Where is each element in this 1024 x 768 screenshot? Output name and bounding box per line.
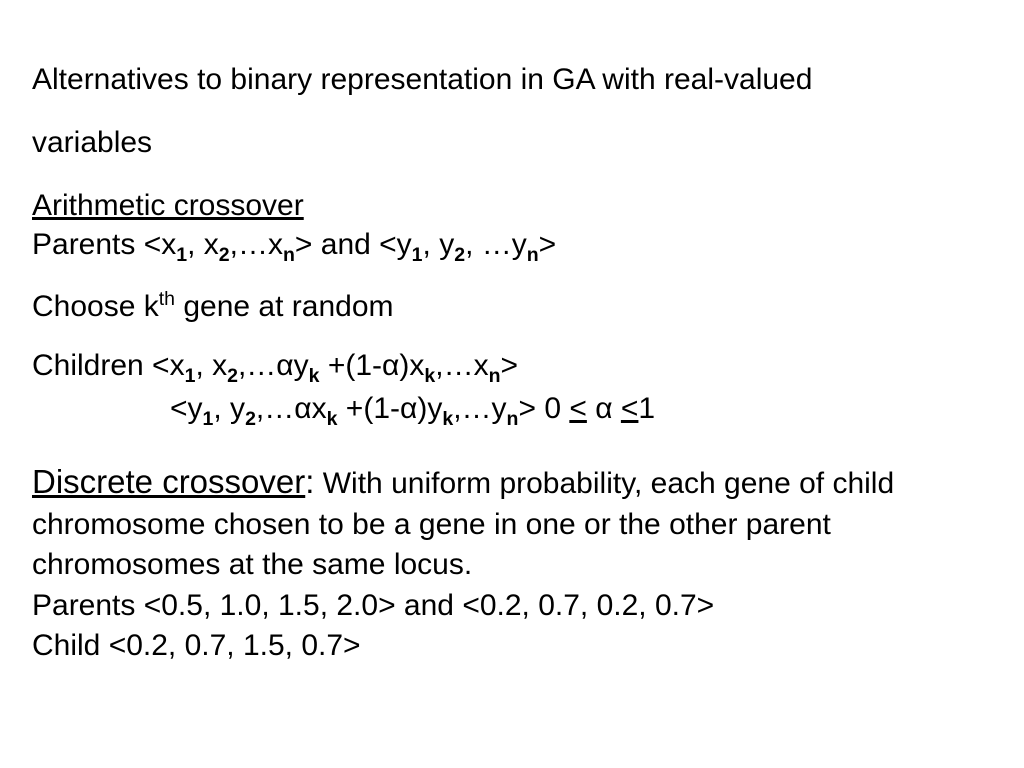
discrete-section: Discrete crossover: With uniform probabi…	[32, 460, 992, 667]
parents-label: Parents <x	[32, 228, 176, 261]
title-line1: Alternatives to binary representation in…	[32, 60, 992, 99]
arithmetic-heading: Arithmetic crossover	[32, 186, 992, 225]
parents-mid: > and <y	[295, 228, 412, 261]
c1m: y	[294, 349, 309, 382]
apost: 1	[638, 392, 655, 425]
apre: > 0	[518, 392, 569, 425]
c2m3: )y	[417, 392, 442, 425]
discrete-heading: Discrete crossover	[32, 463, 305, 500]
slide-title: Alternatives to binary representation in…	[32, 60, 992, 162]
choose-line: Choose kth gene at random	[32, 286, 992, 328]
child-line2: <y1, y2,…αxk +(1-α)yk,…yn> 0 < α <1	[32, 389, 992, 432]
arithmetic-section: Arithmetic crossover Parents <x1, x2,…xn…	[32, 186, 992, 268]
parents-close: >	[539, 228, 557, 261]
c1m3: )x	[399, 349, 424, 382]
title-line2: variables	[32, 123, 992, 162]
le2: <	[621, 392, 639, 425]
c2m2: +(1-	[337, 392, 400, 425]
discrete-parents: Parents <0.5, 1.0, 1.5, 2.0> and <0.2, 0…	[32, 586, 992, 627]
le1: <	[569, 392, 587, 425]
parents-line: Parents <x1, x2,…xn> and <y1, y2, …yn>	[32, 225, 992, 268]
c2m: x	[312, 392, 327, 425]
choose-tail: gene at random	[175, 290, 393, 323]
choose-label: Choose k	[32, 290, 159, 323]
children-label: Children <x	[32, 349, 185, 382]
children-block: Children <x1, x2,…αyk +(1-α)xk,…xn> <y1,…	[32, 346, 992, 433]
discrete-child: Child <0.2, 0.7, 1.5, 0.7>	[32, 626, 992, 667]
c1m2: +(1-	[320, 349, 383, 382]
child-line1: Children <x1, x2,…αyk +(1-α)xk,…xn>	[32, 346, 992, 389]
